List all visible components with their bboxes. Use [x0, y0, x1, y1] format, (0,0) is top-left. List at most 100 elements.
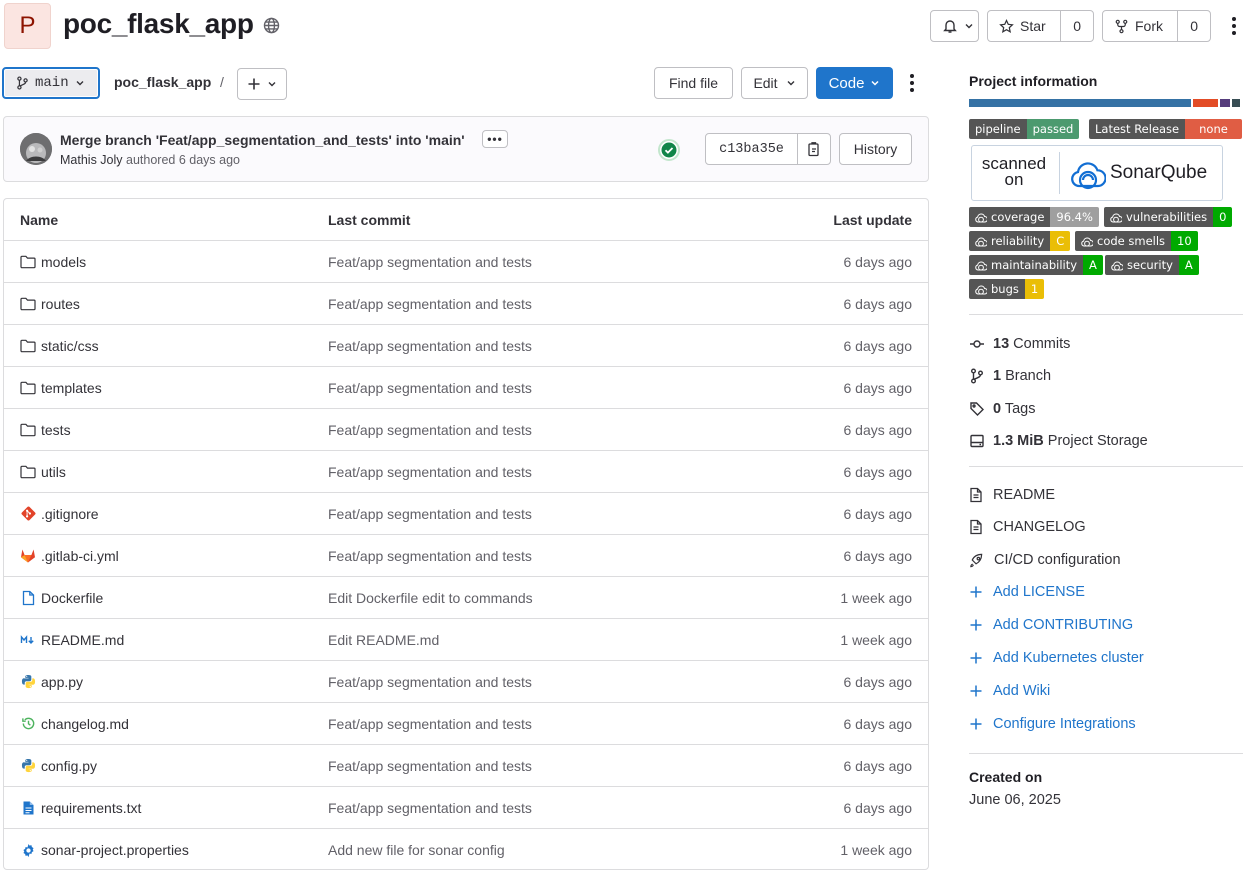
fork-button[interactable]: Fork 0 — [1102, 10, 1211, 42]
table-row[interactable]: templates Feat/app segmentation and tests… — [4, 367, 928, 409]
language-bar[interactable] — [969, 99, 1243, 107]
table-row[interactable]: models Feat/app segmentation and tests 6 d… — [4, 241, 928, 283]
file-name[interactable]: README.md — [41, 632, 124, 648]
commit-author[interactable]: Mathis Joly — [60, 153, 123, 167]
add-to-tree-button[interactable] — [237, 68, 287, 100]
add-wiki-link[interactable]: Add Wiki — [969, 683, 1050, 699]
sonarqube-badge[interactable]: scanned on SonarQube — [971, 145, 1223, 201]
file-last-commit[interactable]: Add new file for sonar config — [328, 842, 748, 858]
file-last-update: 6 days ago — [843, 379, 913, 396]
language-segment[interactable] — [969, 99, 1192, 107]
file-last-commit[interactable]: Edit README.md — [328, 632, 748, 648]
cicd-configuration-link[interactable]: CI/CD configuration — [969, 552, 1121, 568]
table-row[interactable]: sonar-project.properties Add new file for… — [4, 829, 928, 869]
edit-button[interactable]: Edit — [741, 67, 808, 99]
copy-icon[interactable] — [797, 134, 830, 164]
pipeline-badge[interactable]: pipeline passed — [969, 119, 1080, 139]
file-name[interactable]: config.py — [41, 758, 97, 774]
file-last-commit[interactable]: Feat/app segmentation and tests — [328, 800, 748, 816]
sonarqube-icon: bugs — [969, 279, 1025, 299]
file-last-commit[interactable]: Feat/app segmentation and tests — [328, 422, 748, 438]
sonar-reliability-badge[interactable]: reliability C — [969, 231, 1071, 251]
find-file-button[interactable]: Find file — [654, 67, 733, 99]
readme-link[interactable]: README — [969, 487, 1055, 503]
history-button[interactable]: History — [839, 133, 912, 165]
sonar-security-badge[interactable]: security A — [1105, 255, 1199, 275]
add-contributing-link[interactable]: Add CONTRIBUTING — [969, 617, 1133, 633]
table-row[interactable]: utils Feat/app segmentation and tests 6 da… — [4, 451, 928, 493]
breadcrumb[interactable]: poc_flask_app — [114, 74, 211, 90]
file-name[interactable]: Dockerfile — [41, 590, 103, 606]
sonar-maintainability-badge[interactable]: maintainability A — [969, 255, 1103, 275]
file-name[interactable]: static/css — [41, 338, 99, 354]
file-last-commit[interactable]: Feat/app segmentation and tests — [328, 548, 748, 564]
author-avatar[interactable] — [20, 133, 52, 165]
table-row[interactable]: routes Feat/app segmentation and tests 6 d… — [4, 283, 928, 325]
file-last-commit[interactable]: Feat/app segmentation and tests — [328, 254, 748, 270]
sonar-badge-value: 1 — [1024, 279, 1045, 299]
file-last-commit[interactable]: Feat/app segmentation and tests — [328, 464, 748, 480]
code-button[interactable]: Code — [816, 67, 893, 99]
file-last-commit[interactable]: Feat/app segmentation and tests — [328, 674, 748, 690]
table-row[interactable]: .gitlab-ci.yml Feat/app segmentation and … — [4, 535, 928, 577]
pipeline-badge-label: pipeline — [969, 119, 1027, 139]
file-name[interactable]: changelog.md — [41, 716, 129, 732]
language-segment[interactable] — [1219, 99, 1231, 107]
changelog-link[interactable]: CHANGELOG — [969, 519, 1086, 535]
release-badge[interactable]: Latest Release none — [1089, 119, 1242, 139]
commit-sha[interactable]: c13ba35e — [706, 134, 797, 164]
file-name[interactable]: app.py — [41, 674, 83, 690]
fork-count[interactable]: 0 — [1177, 11, 1210, 41]
table-row[interactable]: app.py Feat/app segmentation and tests 6 d… — [4, 661, 928, 703]
language-segment[interactable] — [1232, 99, 1241, 107]
table-row[interactable]: .gitignore Feat/app segmentation and test… — [4, 493, 928, 535]
commit-title[interactable]: Merge branch 'Feat/app_segmentation_and_… — [60, 132, 465, 148]
sonar-bugs-badge[interactable]: bugs 1 — [969, 279, 1045, 299]
file-last-update: 6 days ago — [843, 799, 913, 816]
file-name[interactable]: .gitlab-ci.yml — [41, 548, 119, 564]
table-row[interactable]: static/css Feat/app segmentation and test… — [4, 325, 928, 367]
add-license-link[interactable]: Add LICENSE — [969, 584, 1085, 600]
table-row[interactable]: tests Feat/app segmentation and tests 6 da… — [4, 409, 928, 451]
table-row[interactable]: Dockerfile Edit Dockerfile edit to comman… — [4, 577, 928, 619]
branches-stat[interactable]: 1 Branch — [969, 368, 1051, 384]
add-kubernetes-link[interactable]: Add Kubernetes cluster — [969, 650, 1144, 666]
branch-selector[interactable]: main — [2, 67, 100, 99]
storage-stat[interactable]: 1.3 MiB Project Storage — [969, 433, 1148, 449]
file-last-commit[interactable]: Feat/app segmentation and tests — [328, 758, 748, 774]
file-name[interactable]: models — [41, 254, 86, 270]
file-last-commit[interactable]: Feat/app segmentation and tests — [328, 716, 748, 732]
sonar-vulnerabilities-badge[interactable]: vulnerabilities 0 — [1104, 207, 1233, 227]
table-row[interactable]: config.py Feat/app segmentation and tests… — [4, 745, 928, 787]
table-row[interactable]: changelog.md Feat/app segmentation and te… — [4, 703, 928, 745]
star-count[interactable]: 0 — [1060, 11, 1093, 41]
table-row[interactable]: README.md Edit README.md 1 week ago — [4, 619, 928, 661]
file-name[interactable]: utils — [41, 464, 66, 480]
notification-button[interactable] — [930, 10, 979, 42]
file-name[interactable]: requirements.txt — [41, 800, 141, 816]
sonar-badge-value: 96.4% — [1050, 207, 1099, 227]
file-last-commit[interactable]: Edit Dockerfile edit to commands — [328, 590, 748, 606]
header-last-commit: Last commit — [328, 211, 411, 228]
file-last-commit[interactable]: Feat/app segmentation and tests — [328, 506, 748, 522]
file-name[interactable]: .gitignore — [41, 506, 99, 522]
configure-integrations-link[interactable]: Configure Integrations — [969, 716, 1136, 732]
table-row[interactable]: requirements.txt Feat/app segmentation an… — [4, 787, 928, 829]
sonar-coverage-badge[interactable]: coverage 96.4% — [969, 207, 1099, 227]
file-last-commit[interactable]: Feat/app segmentation and tests — [328, 338, 748, 354]
star-button[interactable]: Star 0 — [987, 10, 1094, 42]
file-name[interactable]: routes — [41, 296, 80, 312]
file-name[interactable]: sonar-project.properties — [41, 842, 189, 858]
file-name[interactable]: tests — [41, 422, 71, 438]
expand-commit-button[interactable]: ••• — [482, 130, 508, 148]
commits-stat[interactable]: 13 Commits — [969, 336, 1070, 352]
more-options-icon[interactable] — [905, 73, 919, 93]
file-name[interactable]: templates — [41, 380, 102, 396]
tags-stat[interactable]: 0 Tags — [969, 401, 1036, 417]
file-last-commit[interactable]: Feat/app segmentation and tests — [328, 380, 748, 396]
pipeline-status-icon[interactable] — [658, 139, 680, 161]
sonar-code-smells-badge[interactable]: code smells 10 — [1075, 231, 1198, 251]
language-segment[interactable] — [1193, 99, 1218, 107]
file-last-commit[interactable]: Feat/app segmentation and tests — [328, 296, 748, 312]
more-actions-icon[interactable] — [1227, 16, 1241, 36]
